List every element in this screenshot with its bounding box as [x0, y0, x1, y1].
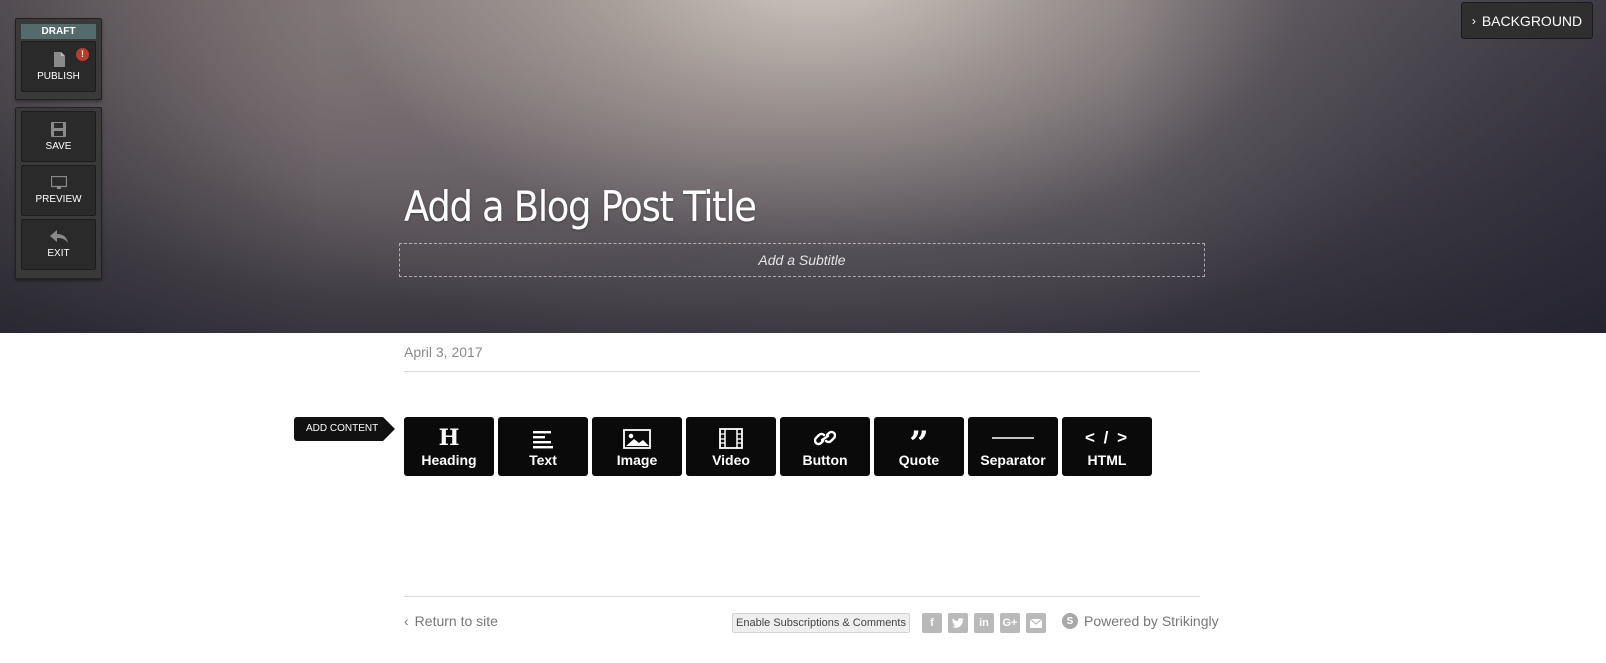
chevron-right-icon: ›: [1471, 13, 1476, 28]
save-button[interactable]: SAVE: [21, 111, 96, 162]
draft-status-badge: DRAFT: [21, 24, 96, 39]
add-text-button[interactable]: Text: [498, 417, 588, 476]
add-content-toolbar: H Heading Text Image Video Button ” Quot…: [404, 417, 1152, 476]
post-date[interactable]: April 3, 2017: [404, 344, 483, 360]
add-text-label: Text: [529, 452, 557, 468]
add-html-label: HTML: [1087, 452, 1127, 468]
add-video-button[interactable]: Video: [686, 417, 776, 476]
reply-arrow-icon: [49, 230, 68, 243]
monitor-icon: [50, 176, 67, 189]
add-quote-label: Quote: [898, 452, 940, 468]
hero-banner: [0, 0, 1606, 333]
add-image-button[interactable]: Image: [592, 417, 682, 476]
return-to-site-link[interactable]: ‹ Return to site: [404, 613, 498, 629]
quote-icon: ”: [909, 424, 929, 464]
preview-button[interactable]: PREVIEW: [21, 165, 96, 216]
google-plus-icon[interactable]: G+: [1000, 613, 1020, 633]
divider: [404, 371, 1200, 372]
add-html-button[interactable]: < / > HTML: [1062, 417, 1152, 476]
alert-icon: !: [76, 48, 89, 61]
preview-label: PREVIEW: [35, 194, 82, 205]
add-heading-button[interactable]: H Heading: [404, 417, 494, 476]
background-button-label: BACKGROUND: [1481, 12, 1583, 29]
add-content-tag: ADD CONTENT: [294, 417, 395, 441]
facebook-icon[interactable]: f: [922, 613, 942, 633]
chevron-left-icon: ‹: [404, 613, 409, 629]
add-image-label: Image: [616, 452, 658, 468]
footer-divider: [404, 596, 1200, 597]
save-label: SAVE: [45, 141, 72, 152]
add-button-label: Button: [802, 452, 848, 468]
film-icon: [719, 428, 743, 449]
exit-button[interactable]: EXIT: [21, 219, 96, 270]
heading-icon: H: [438, 425, 460, 451]
linkedin-icon[interactable]: in: [974, 613, 994, 633]
exit-label: EXIT: [47, 248, 70, 259]
add-button-button[interactable]: Button: [780, 417, 870, 476]
image-icon: [623, 429, 651, 449]
floppy-disk-icon: [51, 122, 66, 137]
editor-actions-group: SAVE PREVIEW EXIT: [15, 107, 102, 279]
background-button[interactable]: › BACKGROUND: [1461, 2, 1593, 39]
add-video-label: Video: [712, 452, 750, 468]
return-to-site-label: Return to site: [414, 613, 498, 629]
publish-group: DRAFT PUBLISH !: [15, 18, 102, 100]
enable-subscriptions-button[interactable]: Enable Subscriptions & Comments: [732, 613, 910, 633]
publish-button[interactable]: PUBLISH !: [21, 41, 96, 92]
subtitle-field[interactable]: Add a Subtitle: [399, 243, 1205, 277]
separator-line-icon: [992, 437, 1034, 439]
subtitle-placeholder: Add a Subtitle: [758, 252, 846, 268]
email-icon[interactable]: [1026, 613, 1046, 633]
document-icon: [53, 52, 65, 67]
post-title[interactable]: Add a Blog Post Title: [404, 182, 757, 231]
add-separator-button[interactable]: Separator: [968, 417, 1058, 476]
text-lines-icon: [533, 431, 553, 449]
social-share-row: f in G+: [922, 613, 1046, 633]
link-icon: [814, 430, 836, 446]
powered-by-strikingly[interactable]: S Powered by Strikingly: [1062, 613, 1219, 629]
add-heading-label: Heading: [421, 452, 477, 468]
code-icon: < / >: [1084, 428, 1130, 447]
add-quote-button[interactable]: ” Quote: [874, 417, 964, 476]
publish-label: PUBLISH: [37, 71, 80, 82]
powered-by-label: Powered by Strikingly: [1084, 613, 1219, 629]
twitter-icon[interactable]: [948, 613, 968, 633]
add-separator-label: Separator: [980, 452, 1046, 468]
strikingly-logo-icon: S: [1062, 613, 1078, 629]
